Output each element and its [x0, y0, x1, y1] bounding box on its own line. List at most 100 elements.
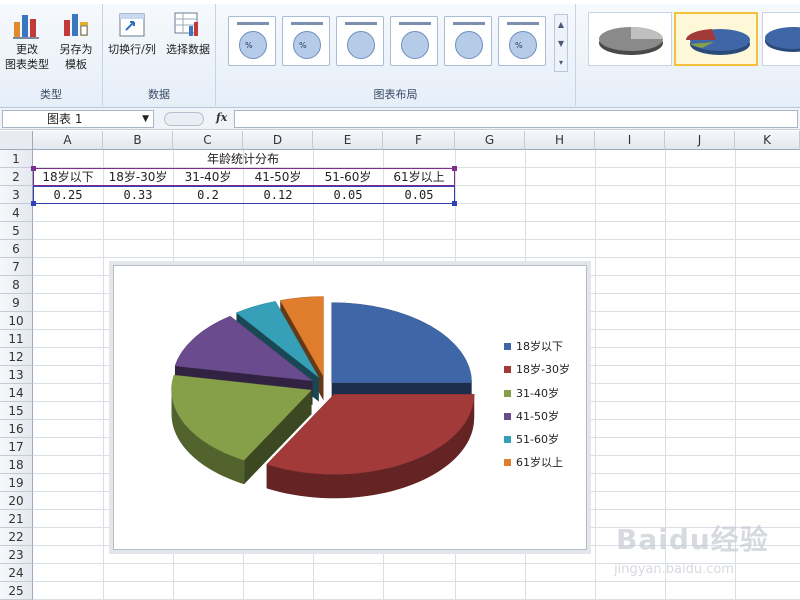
formula-expand-handle[interactable] — [164, 112, 204, 126]
formula-bar: 图表 1 ▼ fx — [0, 108, 800, 130]
legend-label: 18岁以下 — [516, 340, 563, 353]
chart-legend[interactable]: 18岁以下 18岁-30岁 31-40岁 41-50岁 51-60岁 61岁以上 — [504, 340, 584, 480]
row-header-14[interactable]: 14 — [0, 384, 33, 402]
pie-chart[interactable]: 18岁以下 18岁-30岁 31-40岁 41-50岁 51-60岁 61岁以上 — [113, 265, 587, 550]
row-header-6[interactable]: 6 — [0, 240, 33, 258]
insert-function-icon[interactable]: fx — [216, 111, 227, 124]
legend-item[interactable]: 61岁以上 — [504, 456, 584, 479]
change-type-label-1: 更改 — [16, 43, 38, 56]
chart-style-option-3[interactable] — [762, 12, 800, 66]
change-type-label-2: 图表类型 — [5, 58, 49, 71]
row-header-15[interactable]: 15 — [0, 402, 33, 420]
column-header-a[interactable]: A — [33, 131, 103, 150]
column-header-d[interactable]: D — [243, 131, 313, 150]
column-header-g[interactable]: G — [455, 131, 525, 150]
row-header-5[interactable]: 5 — [0, 222, 33, 240]
select-data-label: 选择数据 — [166, 43, 210, 56]
watermark-url: jingyan.baidu.com — [614, 562, 734, 577]
layout-option-2[interactable]: % — [282, 16, 330, 66]
row-header-10[interactable]: 10 — [0, 312, 33, 330]
layout-option-6[interactable]: % — [498, 16, 546, 66]
column-header-h[interactable]: H — [525, 131, 595, 150]
select-all-corner[interactable] — [0, 131, 33, 150]
ribbon: 更改 图表类型 另存为 模板 类型 切换行/列 选择数据 数据 % % % ▲ … — [0, 0, 800, 108]
row-header-20[interactable]: 20 — [0, 492, 33, 510]
row-header-7[interactable]: 7 — [0, 258, 33, 276]
watermark: Baidu经验 jingyan.baidu.com — [612, 514, 798, 594]
row-header-4[interactable]: 4 — [0, 204, 33, 222]
type-group: 更改 图表类型 另存为 模板 类型 — [0, 4, 103, 106]
column-header-c[interactable]: C — [173, 131, 243, 150]
legend-item[interactable]: 51-60岁 — [504, 433, 584, 456]
name-box-value: 图表 1 — [47, 112, 83, 126]
select-data-icon — [172, 10, 204, 40]
grid-vline — [595, 150, 596, 600]
column-header-f[interactable]: F — [383, 131, 455, 150]
column-header-e[interactable]: E — [313, 131, 383, 150]
legend-label: 18岁-30岁 — [516, 363, 570, 377]
row-header-24[interactable]: 24 — [0, 564, 33, 582]
row-header-12[interactable]: 12 — [0, 348, 33, 366]
legend-label: 41-50岁 — [516, 409, 559, 423]
pie-slice-1 — [331, 302, 472, 383]
series-name-range-highlight — [33, 168, 455, 186]
row-header-25[interactable]: 25 — [0, 582, 33, 600]
save-as-template-button[interactable]: 另存为 模板 — [54, 10, 98, 72]
data-group: 切换行/列 选择数据 数据 — [103, 4, 216, 106]
formula-input[interactable] — [234, 110, 798, 128]
range-handle[interactable] — [31, 166, 36, 171]
legend-label: 61岁以上 — [516, 456, 563, 470]
row-header-18[interactable]: 18 — [0, 456, 33, 474]
grid-hline — [33, 257, 800, 258]
legend-swatch — [504, 412, 511, 420]
row-header-8[interactable]: 8 — [0, 276, 33, 294]
range-handle[interactable] — [31, 201, 36, 206]
row-header-17[interactable]: 17 — [0, 438, 33, 456]
legend-item[interactable]: 41-50岁 — [504, 410, 584, 433]
layout-option-4[interactable] — [390, 16, 438, 66]
legend-swatch — [504, 459, 511, 467]
row-header-11[interactable]: 11 — [0, 330, 33, 348]
range-handle[interactable] — [452, 166, 457, 171]
pct-label: % — [299, 41, 307, 50]
row-header-13[interactable]: 13 — [0, 366, 33, 384]
switch-row-column-icon — [116, 10, 148, 40]
layout-option-1[interactable]: % — [228, 16, 276, 66]
cell-c1-title[interactable]: 年龄统计分布 — [173, 150, 313, 168]
pct-label: % — [515, 41, 523, 50]
row-header-16[interactable]: 16 — [0, 420, 33, 438]
column-header-b[interactable]: B — [103, 131, 173, 150]
chart-style-option-2-selected[interactable] — [674, 12, 758, 66]
range-handle[interactable] — [452, 201, 457, 206]
legend-item[interactable]: 18岁以下 — [504, 340, 584, 363]
name-box-dropdown-icon[interactable]: ▼ — [142, 111, 149, 127]
layout-option-3[interactable] — [336, 16, 384, 66]
row-header-23[interactable]: 23 — [0, 546, 33, 564]
row-header-1[interactable]: 1 — [0, 150, 33, 168]
row-header-22[interactable]: 22 — [0, 528, 33, 546]
save-template-label-2: 模板 — [65, 58, 87, 71]
layout-option-5[interactable] — [444, 16, 492, 66]
row-header-21[interactable]: 21 — [0, 510, 33, 528]
grid-hline — [33, 221, 800, 222]
row-header-9[interactable]: 9 — [0, 294, 33, 312]
chart-layout-group: % % % ▲ ▼ ▾ 图表布局 — [216, 4, 576, 106]
switch-row-column-button[interactable]: 切换行/列 — [105, 10, 159, 57]
legend-item[interactable]: 18岁-30岁 — [504, 363, 584, 386]
legend-swatch — [504, 366, 511, 374]
grid-hline — [33, 239, 800, 240]
name-box[interactable]: 图表 1 ▼ — [2, 110, 154, 128]
row-header-19[interactable]: 19 — [0, 474, 33, 492]
column-header-i[interactable]: I — [595, 131, 665, 150]
select-data-button[interactable]: 选择数据 — [163, 10, 213, 57]
row-header-2[interactable]: 2 — [0, 168, 33, 186]
row-header-3[interactable]: 3 — [0, 186, 33, 204]
chart-style-option-1[interactable] — [588, 12, 672, 66]
change-chart-type-button[interactable]: 更改 图表类型 — [4, 10, 50, 72]
legend-swatch — [504, 343, 511, 350]
layout-gallery-scroll[interactable]: ▲ ▼ ▾ — [554, 14, 568, 72]
column-header-k[interactable]: K — [735, 131, 800, 150]
grid-vline — [103, 150, 104, 600]
column-header-j[interactable]: J — [665, 131, 735, 150]
legend-item[interactable]: 31-40岁 — [504, 387, 584, 410]
